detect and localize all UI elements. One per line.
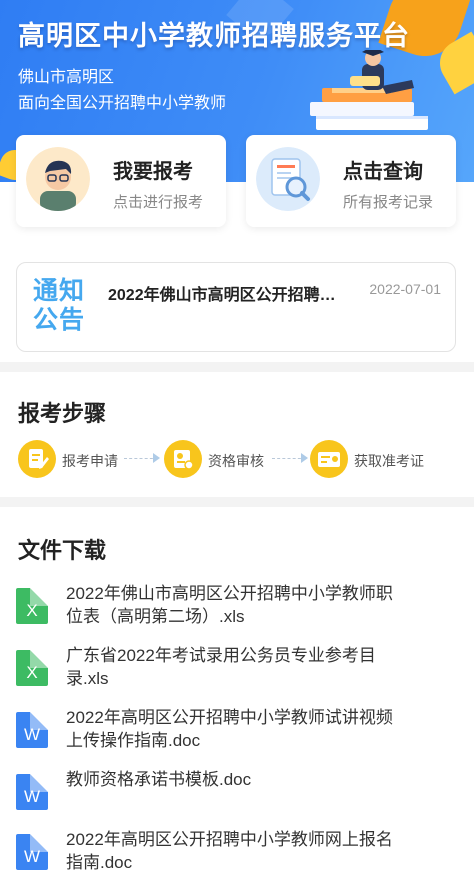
word-file-icon: W [16, 774, 48, 810]
step-arrow [124, 453, 160, 463]
file-item[interactable]: W 教师资格承诺书模板.doc [16, 768, 456, 818]
file-name[interactable]: 广东省2022年考试录用公务员专业参考目录.xls [66, 644, 406, 690]
file-item[interactable]: W 2022年高明区公开招聘中小学教师试讲视频上传操作指南.doc [16, 706, 456, 756]
file-name[interactable]: 2022年高明区公开招聘中小学教师网上报名指南.doc [66, 828, 406, 874]
step-review-label: 资格审核 [208, 453, 264, 469]
file-name[interactable]: 教师资格承诺书模板.doc [66, 768, 406, 791]
page-title: 高明区中小学教师招聘服务平台 [18, 21, 410, 51]
apply-card-subtitle: 点击进行报考 [113, 194, 204, 211]
excel-file-icon: X [16, 588, 48, 624]
apply-card-title: 我要报考 [113, 161, 193, 183]
word-file-icon: W [16, 712, 48, 748]
notice-badge: 通知 公告 [33, 277, 91, 335]
notice-date: 2022-07-01 [369, 281, 441, 297]
file-item[interactable]: X 广东省2022年考试录用公务员专业参考目录.xls [16, 644, 456, 694]
file-item[interactable]: X 2022年佛山市高明区公开招聘中小学教师职位表（高明第二场）.xls [16, 582, 456, 632]
file-name[interactable]: 2022年高明区公开招聘中小学教师试讲视频上传操作指南.doc [66, 706, 406, 752]
step-arrow [272, 453, 308, 463]
apply-card[interactable]: 我要报考 点击进行报考 [16, 135, 226, 227]
notice-title[interactable]: 2022年佛山市高明区公开招聘中小学教师 [108, 281, 348, 305]
edit-form-icon [18, 440, 56, 478]
notice-card[interactable]: 通知 公告 2022年佛山市高明区公开招聘中小学教师 2022-07-01 [16, 262, 456, 352]
steps-section-title: 报考步骤 [18, 401, 107, 426]
query-card-title: 点击查询 [343, 161, 423, 183]
id-review-icon [164, 440, 202, 478]
section-divider [0, 497, 474, 507]
document-search-icon [256, 147, 320, 211]
step-apply-label: 报考申请 [62, 453, 118, 469]
notice-badge-line2: 公告 [33, 306, 86, 334]
file-item[interactable]: W 2022年高明区公开招聘中小学教师网上报名指南.doc [16, 828, 456, 878]
graduate-reading-illustration-icon [310, 50, 428, 130]
downloads-section-title: 文件下载 [18, 538, 107, 563]
file-name[interactable]: 2022年佛山市高明区公开招聘中小学教师职位表（高明第二场）.xls [66, 582, 406, 628]
teacher-avatar-icon [26, 147, 90, 211]
excel-file-icon: X [16, 650, 48, 686]
admission-card-icon [310, 440, 348, 478]
section-divider [0, 362, 474, 372]
step-admission-label: 获取准考证 [354, 453, 424, 469]
word-file-icon: W [16, 834, 48, 870]
query-card-subtitle: 所有报考记录 [343, 194, 434, 211]
banner-subtitle-region: 佛山市高明区 [18, 69, 115, 86]
query-card[interactable]: 点击查询 所有报考记录 [246, 135, 456, 227]
notice-badge-line1: 通知 [33, 277, 86, 305]
banner-subtitle-desc: 面向全国公开招聘中小学教师 [18, 95, 227, 112]
